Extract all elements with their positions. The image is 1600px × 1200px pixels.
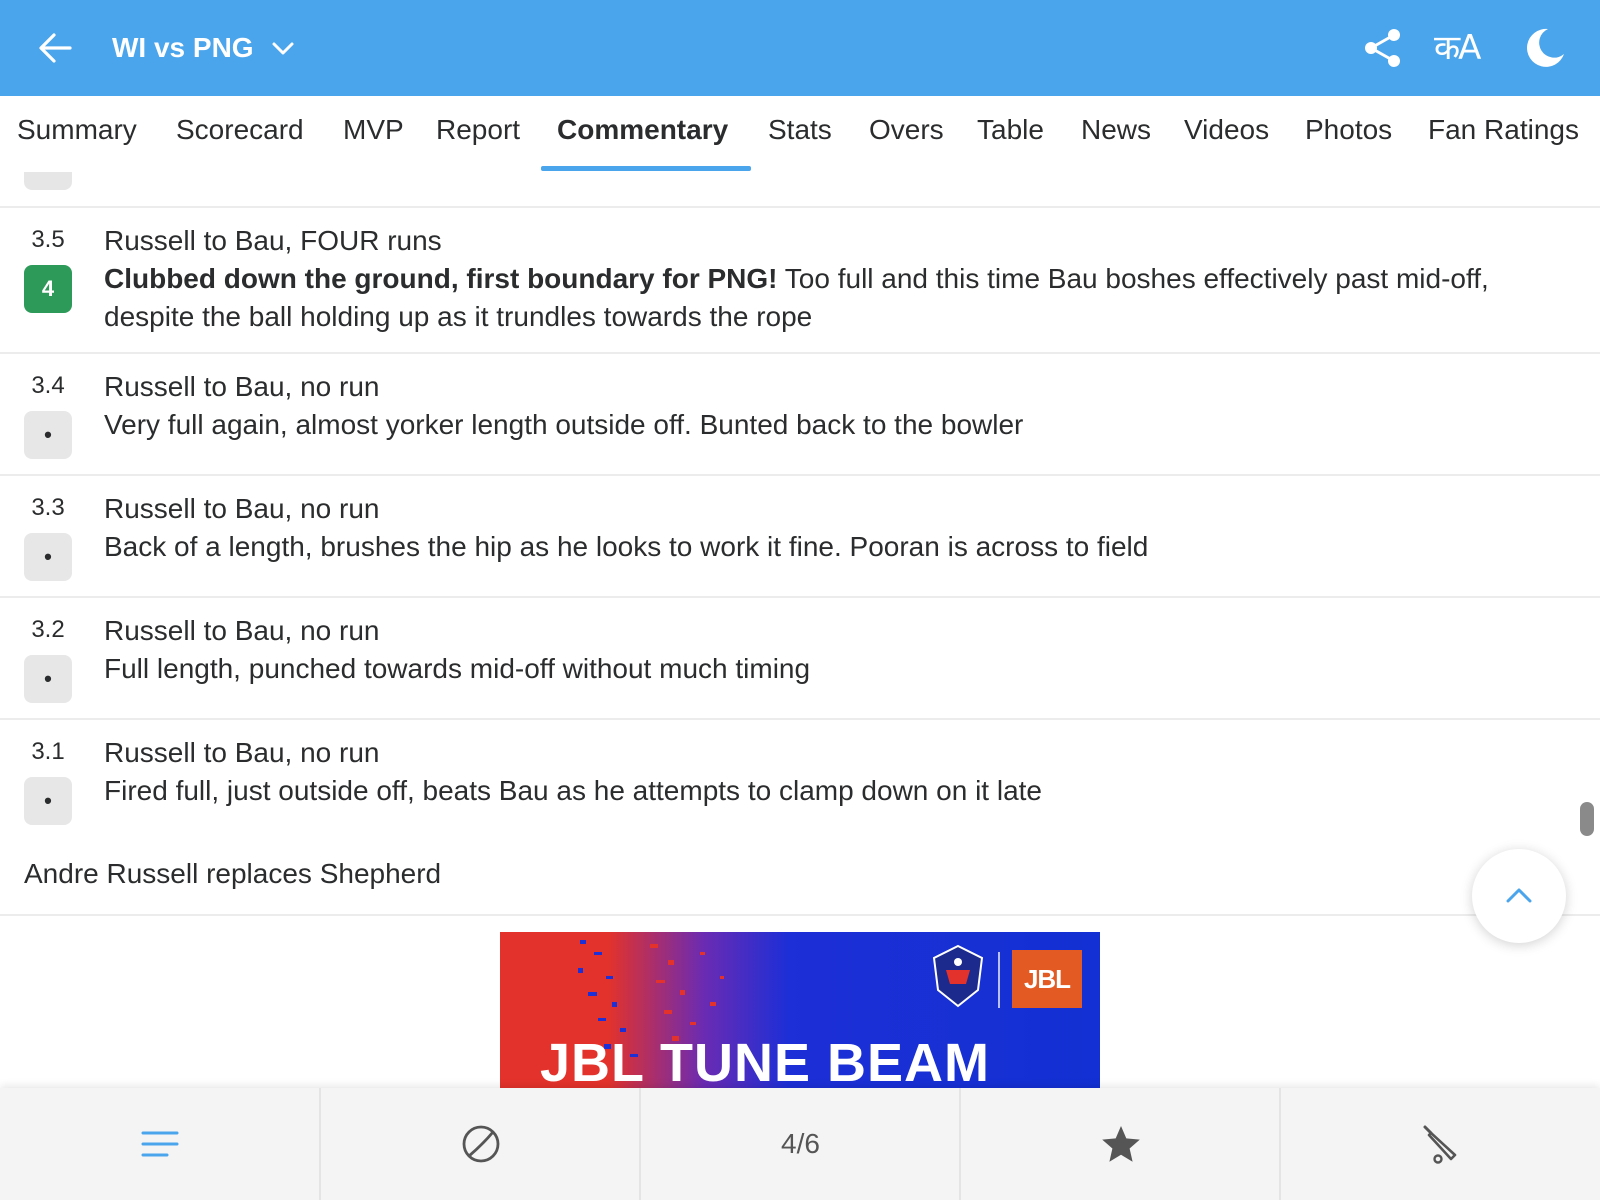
- tab-photos[interactable]: Photos: [1305, 114, 1392, 146]
- commentary-description: Back of a length, brushes the hip as he …: [104, 531, 1149, 562]
- commentary-text: Russell to Bau, no run Back of a length,…: [104, 476, 1600, 582]
- over-number: 3.5: [31, 226, 65, 253]
- commentary-description: Very full again, almost yorker length ou…: [104, 409, 1024, 440]
- advertisement-banner[interactable]: JBL JBL TUNE BEAM: [500, 932, 1100, 1088]
- back-arrow-icon[interactable]: [36, 28, 76, 68]
- tab-stats[interactable]: Stats: [768, 114, 832, 146]
- tab-table[interactable]: Table: [977, 114, 1044, 146]
- commentary-item: 3.1 • Russell to Bau, no run Fired full,…: [0, 720, 1600, 838]
- tab-report[interactable]: Report: [436, 114, 520, 146]
- commentary-text: Russell to Bau, no run Fired full, just …: [104, 720, 1600, 826]
- commentary-item: 3.2 • Russell to Bau, no run Full length…: [0, 598, 1600, 720]
- ad-separator: [998, 952, 1000, 1008]
- match-title[interactable]: WI vs PNG: [112, 28, 254, 68]
- menu-icon: [141, 1131, 178, 1157]
- dot-ball-badge: •: [24, 777, 72, 825]
- nav-ball-button[interactable]: [319, 1088, 640, 1200]
- nav-page-indicator[interactable]: 4/6: [639, 1088, 960, 1200]
- bat-icon: [1423, 1125, 1456, 1164]
- star-icon: [1101, 1126, 1140, 1162]
- chevron-down-icon[interactable]: [270, 36, 296, 60]
- commentary-headline: Russell to Bau, no run: [104, 737, 380, 768]
- tab-summary[interactable]: Summary: [17, 114, 137, 146]
- tab-news[interactable]: News: [1081, 114, 1151, 146]
- tab-bar: Summary Scorecard MVP Report Commentary …: [0, 96, 1600, 172]
- tab-overs[interactable]: Overs: [869, 114, 944, 146]
- commentary-item: 3.4 • Russell to Bau, no run Very full a…: [0, 354, 1600, 476]
- team-logo-icon: [932, 944, 984, 1008]
- share-icon[interactable]: [1362, 27, 1404, 69]
- tab-videos[interactable]: Videos: [1184, 114, 1269, 146]
- tab-commentary[interactable]: Commentary: [557, 114, 728, 146]
- dot-ball-badge: •: [24, 533, 72, 581]
- over-number: 3.3: [31, 494, 65, 521]
- divider: [0, 914, 1600, 916]
- commentary-text: Russell to Bau, FOUR runs Clubbed down t…: [104, 208, 1600, 352]
- scroll-to-top-button[interactable]: [1472, 849, 1566, 943]
- nav-menu-button[interactable]: [0, 1088, 319, 1200]
- tab-mvp[interactable]: MVP: [343, 114, 404, 146]
- scrollbar-thumb[interactable]: [1580, 802, 1594, 836]
- page-indicator: 4/6: [781, 1128, 820, 1159]
- commentary-text: Russell to Bau, no run Very full again, …: [104, 354, 1600, 460]
- commentary-headline: Russell to Bau, FOUR runs: [104, 225, 442, 256]
- bottom-navigation: 4/6: [0, 1088, 1600, 1200]
- ball-result-badge: 4: [24, 265, 72, 313]
- commentary-feed: 3.5 4 Russell to Bau, FOUR runs Clubbed …: [0, 208, 1600, 838]
- nav-favorites-button[interactable]: [959, 1088, 1280, 1200]
- ad-brand-logo: JBL: [1012, 950, 1082, 1008]
- commentary-highlight: Clubbed down the ground, first boundary …: [104, 263, 778, 294]
- active-tab-indicator: [541, 166, 751, 171]
- tab-scorecard[interactable]: Scorecard: [176, 114, 304, 146]
- tab-fan-ratings[interactable]: Fan Ratings: [1428, 114, 1579, 146]
- app-header: WI vs PNG कA: [0, 0, 1600, 96]
- commentary-text: Russell to Bau, no run Full length, punc…: [104, 598, 1600, 704]
- nav-bat-button[interactable]: [1279, 1088, 1600, 1200]
- ad-headline: JBL TUNE BEAM: [540, 1033, 991, 1088]
- dot-ball-badge: •: [24, 655, 72, 703]
- commentary-headline: Russell to Bau, no run: [104, 615, 380, 646]
- dot-ball-badge: •: [24, 411, 72, 459]
- over-number: 3.4: [31, 372, 65, 399]
- commentary-description: Full length, punched towards mid-off wit…: [104, 653, 811, 684]
- bowling-change-note: Andre Russell replaces Shepherd: [24, 858, 442, 889]
- commentary-item: 3.5 4 Russell to Bau, FOUR runs Clubbed …: [0, 208, 1600, 354]
- commentary-item: 3.3 • Russell to Bau, no run Back of a l…: [0, 476, 1600, 598]
- dark-mode-moon-icon[interactable]: [1522, 26, 1566, 70]
- over-number: 3.2: [31, 616, 65, 643]
- ball-icon: [462, 1125, 499, 1163]
- commentary-description: Fired full, just outside off, beats Bau …: [104, 775, 1042, 806]
- language-toggle-icon[interactable]: कA: [1434, 28, 1481, 68]
- partial-ball-badge: [24, 172, 72, 190]
- chevron-up-icon: [1506, 888, 1532, 903]
- commentary-headline: Russell to Bau, no run: [104, 371, 380, 402]
- over-number: 3.1: [31, 738, 65, 765]
- commentary-headline: Russell to Bau, no run: [104, 493, 380, 524]
